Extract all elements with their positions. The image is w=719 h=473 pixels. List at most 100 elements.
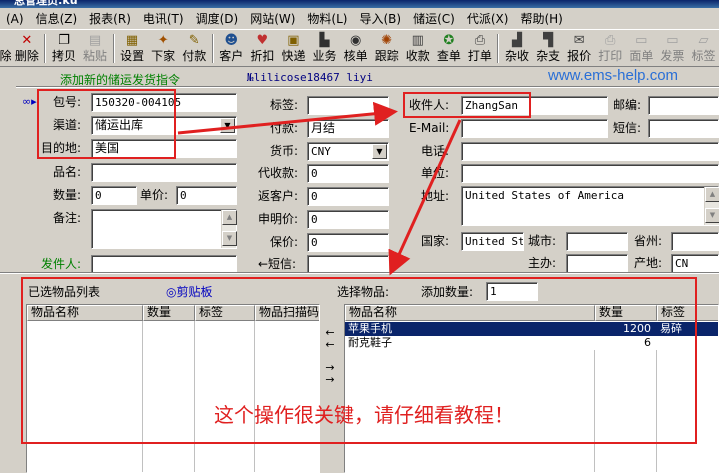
tag-icon: ▱: [698, 33, 709, 48]
sms2-field[interactable]: [648, 119, 719, 138]
toolbar-button-tag[interactable]: ▱ 标签: [688, 31, 719, 66]
scroll-up-icon[interactable]: ▲: [705, 187, 719, 202]
query-icon: ✪: [443, 33, 455, 48]
print-icon: ⎙: [605, 33, 616, 48]
section-divider: [0, 272, 719, 274]
quantity-field[interactable]: 0: [91, 186, 137, 205]
menu-bar: (A) 信息(Z) 报表(R) 电讯(T) 调度(D) 网站(W) 物料(L) …: [0, 8, 719, 30]
origin-label: 产地:: [634, 256, 663, 270]
toolbar-button-receive[interactable]: ▥ 收款: [402, 31, 433, 66]
phone-field[interactable]: [461, 142, 719, 161]
owner-field[interactable]: [566, 254, 628, 273]
menu-info[interactable]: 信息(Z): [30, 9, 84, 29]
remark-field[interactable]: [91, 209, 237, 249]
operator-id: №lilicose18467 liyi: [247, 71, 373, 84]
unit-price-field[interactable]: 0: [176, 186, 237, 205]
track-icon: ✺: [381, 33, 393, 48]
email-field[interactable]: [461, 119, 608, 138]
toolbar-button-customer[interactable]: ☻ 客户: [216, 31, 247, 66]
toolbar-button-invoice[interactable]: ▭ 发票: [657, 31, 688, 66]
currency-label: 货币:: [270, 144, 299, 158]
toolbar-separator: [44, 34, 47, 63]
waybill-icon: ▭: [635, 33, 648, 48]
menu-storage[interactable]: 储运(C): [407, 9, 461, 29]
toolbar: 除 ✕ 删除 ❐ 拷贝 ▤ 粘贴 ▦ 设置 ✦ 下家 ✎ 付款 ☻ 客户 ♥ 折…: [0, 31, 719, 67]
email-label: E-Mail:: [409, 121, 450, 135]
return-label: 返客户:: [258, 189, 299, 203]
sms2-label: 短信:: [613, 121, 642, 135]
tag-label: 标签:: [270, 98, 299, 112]
province-field[interactable]: [671, 232, 719, 251]
payment-select[interactable]: 月结: [307, 119, 389, 138]
zip-field[interactable]: [648, 96, 719, 115]
unit-price-label: 单价:: [140, 188, 169, 202]
toolbar-button-print[interactable]: ⎙ 打印: [595, 31, 626, 66]
toolbar-separator: [112, 34, 115, 63]
owner-label: 主办:: [528, 256, 557, 270]
tag-field[interactable]: [307, 96, 389, 115]
window-title: 总管理员:ku: [14, 0, 78, 7]
chevron-down-icon[interactable]: ▼: [220, 118, 235, 133]
watermark: www.ems-help.com: [548, 67, 679, 84]
toolbar-separator: [211, 34, 214, 63]
toolbar-button-track[interactable]: ✺ 跟踪: [371, 31, 402, 66]
city-label: 城市:: [528, 234, 557, 248]
chevron-down-icon[interactable]: ▼: [372, 144, 387, 159]
delete-icon: [0, 33, 11, 49]
return-field[interactable]: 0: [307, 187, 389, 206]
address-scrollbar[interactable]: ▲ ▼: [704, 187, 719, 225]
toolbar-button-delete-partial[interactable]: 除: [0, 31, 11, 66]
toolbar-button-payment[interactable]: ✎ 付款: [179, 31, 210, 66]
menu-import[interactable]: 导入(B): [353, 9, 407, 29]
address-field[interactable]: United States of America: [461, 186, 719, 226]
origin-field[interactable]: CN: [671, 254, 719, 273]
misc-expense-icon: ▜: [543, 33, 554, 48]
toolbar-button-paste[interactable]: ▤ 粘贴: [79, 31, 110, 66]
scroll-up-icon[interactable]: ▲: [222, 210, 237, 225]
toolbar-button-express[interactable]: ▣ 快递: [278, 31, 309, 66]
menu-help[interactable]: 帮助(H): [514, 9, 568, 29]
link-icon[interactable]: ∞▸: [22, 94, 37, 110]
item-name-field[interactable]: [91, 163, 237, 182]
payment-label: 付款:: [270, 121, 299, 135]
verify-icon: ◉: [349, 33, 362, 48]
country-field[interactable]: United Sta: [461, 232, 524, 251]
toolbar-button-delete[interactable]: ✕ 删除: [11, 31, 42, 66]
phone-label: 电话:: [421, 144, 450, 158]
sms-label: ←短信:: [258, 257, 297, 271]
insured-field[interactable]: 0: [307, 233, 389, 252]
menu-a[interactable]: (A): [0, 9, 30, 29]
toolbar-button-query[interactable]: ✪ 查单: [433, 31, 464, 66]
toolbar-button-misc-income[interactable]: ▟ 杂收: [501, 31, 532, 66]
menu-report[interactable]: 报表(R): [83, 9, 137, 29]
toolbar-button-discount[interactable]: ♥ 折扣: [247, 31, 278, 66]
toolbar-button-settings[interactable]: ▦ 设置: [117, 31, 148, 66]
declared-label: 申明价:: [258, 212, 299, 226]
cod-field[interactable]: 0: [307, 164, 389, 183]
scroll-down-icon[interactable]: ▼: [222, 231, 237, 246]
menu-delivery[interactable]: 代派(X): [461, 9, 515, 29]
menu-telecom[interactable]: 电讯(T): [137, 9, 190, 29]
menu-material[interactable]: 物料(L): [301, 9, 353, 29]
company-field[interactable]: [461, 164, 719, 183]
receive-icon: ▥: [411, 33, 424, 48]
scroll-down-icon[interactable]: ▼: [705, 208, 719, 223]
settings-icon: ▦: [125, 33, 139, 48]
toolbar-button-business[interactable]: ▙ 业务: [309, 31, 340, 66]
menu-dispatch[interactable]: 调度(D): [190, 9, 245, 29]
city-field[interactable]: [566, 232, 628, 251]
remark-label: 备注:: [53, 211, 82, 225]
remark-scrollbar[interactable]: ▲ ▼: [221, 210, 237, 248]
toolbar-button-copy[interactable]: ❐ 拷贝: [48, 31, 79, 66]
paste-icon: ▤: [88, 33, 102, 48]
toolbar-button-waybill[interactable]: ▭ 面单: [626, 31, 657, 66]
toolbar-button-misc-expense[interactable]: ▜ 杂支: [533, 31, 564, 66]
express-icon: ▣: [287, 33, 300, 48]
toolbar-button-quote[interactable]: ✉ 报价: [564, 31, 595, 66]
quote-icon: ✉: [573, 33, 585, 48]
menu-website[interactable]: 网站(W): [244, 9, 301, 29]
toolbar-button-verify[interactable]: ◉ 核单: [340, 31, 371, 66]
declared-field[interactable]: 0: [307, 210, 389, 229]
toolbar-button-downstream[interactable]: ✦ 下家: [148, 31, 179, 66]
toolbar-button-print-order[interactable]: ⎙ 打单: [464, 31, 495, 66]
